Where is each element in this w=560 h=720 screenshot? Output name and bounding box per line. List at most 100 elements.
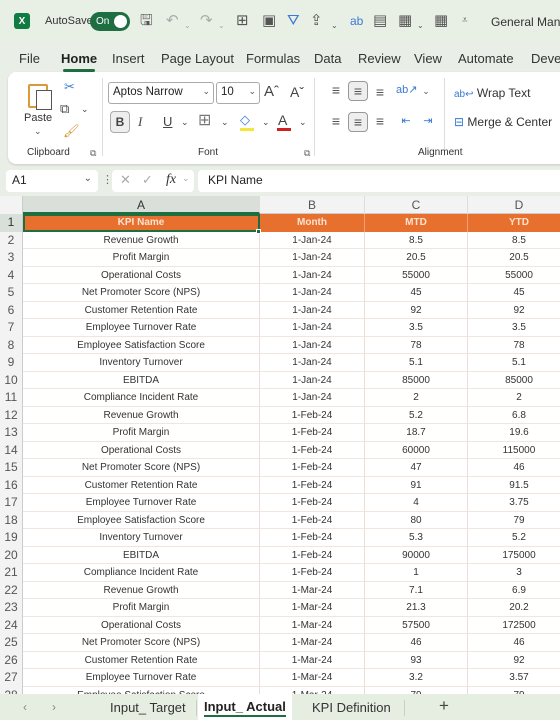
column-header-b[interactable]: B — [260, 196, 365, 214]
align-center-icon[interactable]: ≡ — [348, 112, 368, 132]
name-box[interactable]: A1 ⌄ — [6, 170, 98, 192]
column-header-a[interactable]: A — [23, 196, 260, 214]
mtd-cell[interactable]: 91 — [365, 476, 468, 494]
row-header[interactable]: 3 — [0, 249, 23, 267]
fill-handle[interactable] — [256, 229, 261, 234]
kpi-name-cell[interactable]: Compliance Incident Rate — [23, 389, 260, 407]
paste-icon[interactable] — [28, 80, 54, 110]
ytd-cell[interactable]: 45 — [468, 284, 560, 302]
tab-automate[interactable]: Automate — [458, 51, 514, 66]
tab-review[interactable]: Review — [358, 51, 401, 66]
month-cell[interactable]: 1-Jan-24 — [260, 354, 365, 372]
align-top-icon[interactable]: ≡ — [326, 81, 346, 101]
mtd-cell[interactable]: 78 — [365, 336, 468, 354]
tab-data[interactable]: Data — [314, 51, 341, 66]
ytd-cell[interactable]: 3.5 — [468, 319, 560, 337]
month-cell[interactable]: 1-Jan-24 — [260, 266, 365, 284]
orientation-dropdown-icon[interactable]: ⌄ — [416, 82, 436, 102]
share-icon[interactable]: ⇪ — [310, 12, 323, 30]
row-header[interactable]: 6 — [0, 301, 23, 319]
paste-dropdown-icon[interactable]: ⌄ — [34, 126, 42, 137]
tab-page-layout[interactable]: Page Layout — [161, 51, 234, 66]
month-cell[interactable]: 1-Jan-24 — [260, 284, 365, 302]
previous-sheet-icon[interactable]: ‹ — [23, 700, 27, 714]
month-cell[interactable]: 1-Jan-24 — [260, 389, 365, 407]
column-header-d[interactable]: D — [468, 196, 560, 214]
row-header[interactable]: 21 — [0, 564, 23, 582]
increase-indent-icon[interactable]: ⇥ — [418, 112, 438, 132]
next-sheet-icon[interactable]: › — [52, 700, 56, 714]
ytd-cell[interactable]: 5.2 — [468, 529, 560, 547]
mtd-cell[interactable]: 8.5 — [365, 231, 468, 249]
align-left-icon[interactable]: ≡ — [326, 112, 346, 132]
spreadsheet-grid[interactable]: A B C D 1 KPI Name Month MTD YTD 2 Revenue Gro… — [0, 196, 560, 694]
decrease-font-icon[interactable]: Aˇ — [290, 82, 304, 102]
month-cell[interactable]: 1-Jan-24 — [260, 319, 365, 337]
tab-file[interactable]: File — [19, 51, 40, 66]
row-header[interactable]: 5 — [0, 284, 23, 302]
customize-toolbar-icon[interactable]: ⩡ — [462, 12, 468, 30]
row-header[interactable]: 14 — [0, 441, 23, 459]
copy-dropdown-icon[interactable]: ⌄ — [81, 102, 89, 116]
format-painter-icon[interactable]: 🖌 — [63, 124, 80, 138]
ytd-cell[interactable]: 115000 — [468, 442, 560, 459]
enter-icon[interactable]: ✓ — [142, 172, 153, 188]
kpi-name-cell[interactable]: Revenue Growth — [23, 581, 260, 599]
row-header[interactable]: 8 — [0, 336, 23, 354]
copy-icon[interactable]: ⧉ — [60, 102, 69, 116]
row-header[interactable]: 7 — [0, 319, 23, 337]
month-cell[interactable]: 1-Feb-24 — [260, 564, 365, 582]
ytd-cell[interactable]: 5.1 — [468, 354, 560, 372]
increase-font-icon[interactable]: Aˆ — [264, 82, 279, 102]
month-cell[interactable]: 1-Mar-24 — [260, 686, 365, 694]
month-cell[interactable]: 1-Feb-24 — [260, 459, 365, 477]
calculator-dropdown-icon[interactable]: ⌄ — [417, 17, 424, 35]
save-icon[interactable]: 🖫 — [140, 12, 153, 30]
month-cell[interactable]: 1-Mar-24 — [260, 634, 365, 652]
form-icon[interactable]: ▤ — [373, 12, 387, 30]
undo-dropdown-icon[interactable]: ⌄ — [184, 17, 191, 35]
month-cell[interactable]: 1-Feb-24 — [260, 546, 365, 564]
kpi-name-cell[interactable]: Employee Satisfaction Score — [23, 686, 260, 694]
align-right-icon[interactable]: ≡ — [370, 112, 390, 132]
header-cell[interactable]: KPI Name — [23, 214, 260, 232]
row-header[interactable]: 24 — [0, 616, 23, 634]
undo-icon[interactable]: ↶ — [166, 12, 179, 30]
align-middle-icon[interactable]: ≡ — [348, 81, 368, 101]
font-size-select[interactable]: 10 ⌄ — [216, 82, 260, 104]
sheet-tab-kpi-definition[interactable]: KPI Definition — [312, 700, 391, 715]
ytd-cell[interactable]: 6.9 — [468, 582, 560, 599]
kpi-name-cell[interactable]: Customer Retention Rate — [23, 651, 260, 669]
row-header[interactable]: 28 — [0, 686, 23, 694]
row-header[interactable]: 25 — [0, 634, 23, 652]
mtd-cell[interactable]: 57500 — [365, 616, 468, 634]
kpi-name-cell[interactable]: Employee Turnover Rate — [23, 319, 260, 337]
row-header[interactable]: 9 — [0, 354, 23, 372]
select-all-button[interactable] — [0, 196, 23, 214]
ytd-cell[interactable]: 79 — [468, 687, 560, 695]
mtd-cell[interactable]: 5.3 — [365, 529, 468, 547]
kpi-name-cell[interactable]: Customer Retention Rate — [23, 301, 260, 319]
mtd-cell[interactable]: 7.1 — [365, 581, 468, 599]
font-color-dropdown-icon[interactable]: ⌄ — [299, 112, 307, 132]
font-launcher-icon[interactable]: ⧉ — [304, 148, 310, 159]
ytd-cell[interactable]: 3.75 — [468, 494, 560, 512]
kpi-name-cell[interactable]: Inventory Turnover — [23, 354, 260, 372]
mtd-cell[interactable]: 3.2 — [365, 669, 468, 687]
kpi-name-cell[interactable]: Net Promoter Score (NPS) — [23, 634, 260, 652]
ytd-cell[interactable]: 3 — [468, 564, 560, 582]
clipboard-launcher-icon[interactable]: ⧉ — [90, 148, 96, 159]
spelling-icon[interactable]: ab — [350, 12, 363, 30]
kpi-name-cell[interactable]: Customer Retention Rate — [23, 476, 260, 494]
mtd-cell[interactable]: 85000 — [365, 371, 468, 389]
formula-input[interactable]: KPI Name — [198, 170, 560, 192]
ytd-cell[interactable]: 172500 — [468, 617, 560, 634]
row-header[interactable]: 19 — [0, 529, 23, 547]
ytd-cell[interactable]: 2 — [468, 389, 560, 407]
mtd-cell[interactable]: 79 — [365, 686, 468, 694]
month-cell[interactable]: 1-Feb-24 — [260, 441, 365, 459]
ytd-cell[interactable]: 20.2 — [468, 599, 560, 617]
month-cell[interactable]: 1-Feb-24 — [260, 424, 365, 442]
kpi-name-cell[interactable]: Revenue Growth — [23, 231, 260, 249]
month-cell[interactable]: 1-Mar-24 — [260, 616, 365, 634]
